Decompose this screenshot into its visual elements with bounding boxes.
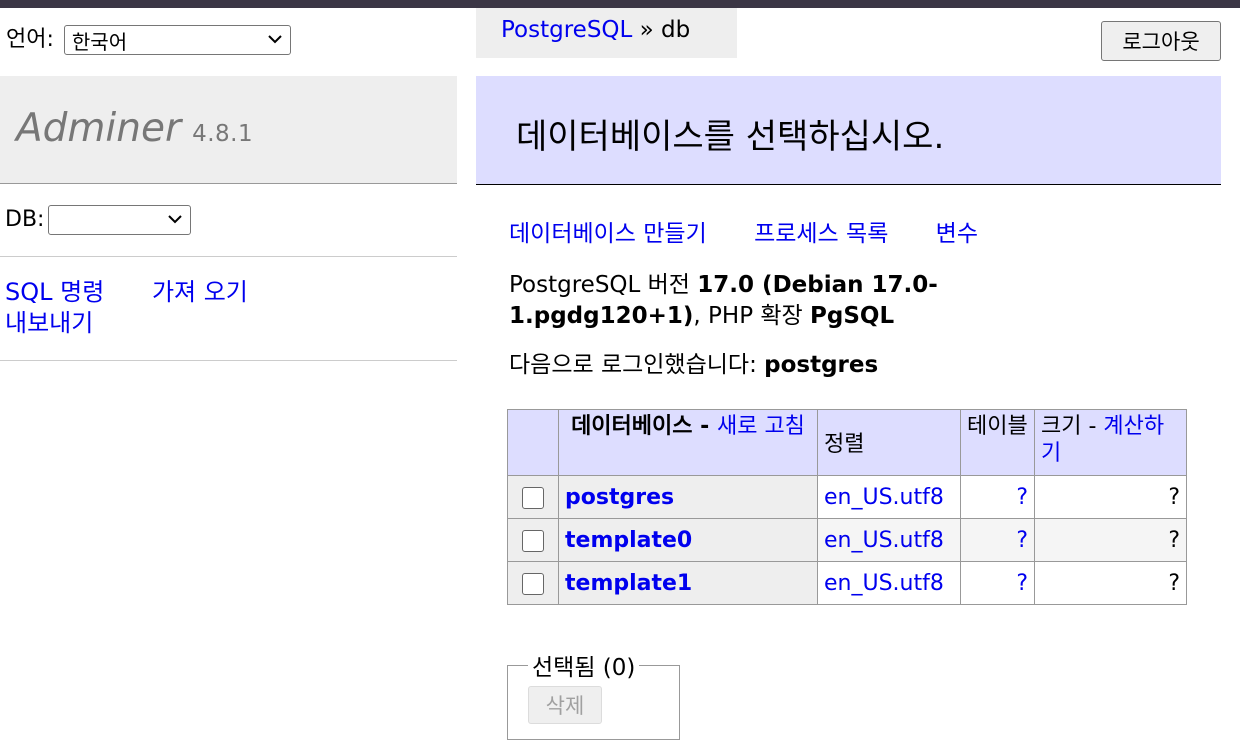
refresh-link[interactable]: 새로 고침 bbox=[717, 414, 805, 439]
collation-link[interactable]: en_US.utf8 bbox=[824, 528, 944, 553]
sidebar: 언어: 한국어 Adminer 4.8.1 DB: SQL 명령 가져 오기 내… bbox=[0, 8, 457, 361]
collation-cell: en_US.utf8 bbox=[817, 518, 961, 562]
logout-button[interactable]: 로그아웃 bbox=[1101, 21, 1221, 61]
tables-link[interactable]: ? bbox=[1016, 528, 1028, 553]
main-content: 데이터베이스 만들기 프로세스 목록 변수 PostgreSQL 버전 17.0… bbox=[509, 216, 1209, 380]
size-cell: ? bbox=[1034, 518, 1187, 562]
database-table: 데이터베이스 - 새로 고침 정렬 테이블 크기 - 계산하기 postgres… bbox=[507, 409, 1187, 605]
export-link[interactable]: 내보내기 bbox=[5, 309, 93, 337]
row-checkbox-cell bbox=[507, 518, 559, 562]
row-checkbox-cell bbox=[507, 475, 559, 519]
version-prefix: PostgreSQL 버전 bbox=[509, 272, 698, 298]
breadcrumb-separator: » bbox=[632, 17, 662, 43]
php-extension: PgSQL bbox=[810, 303, 895, 329]
import-link[interactable]: 가져 오기 bbox=[152, 278, 248, 306]
collation-column-header: 정렬 bbox=[817, 409, 961, 476]
language-row: 언어: 한국어 bbox=[0, 8, 457, 76]
row-checkbox-cell bbox=[507, 561, 559, 605]
action-links: 데이터베이스 만들기 프로세스 목록 변수 bbox=[509, 216, 1209, 252]
table-header-row: 데이터베이스 - 새로 고침 정렬 테이블 크기 - 계산하기 bbox=[507, 409, 1187, 476]
version-info: PostgreSQL 버전 17.0 (Debian 17.0-1.pgdg12… bbox=[509, 270, 1029, 332]
db-label: DB: bbox=[5, 207, 45, 232]
adminer-logo-link[interactable]: Adminer bbox=[16, 106, 181, 151]
language-label: 언어: bbox=[6, 27, 54, 52]
select-all-header bbox=[507, 409, 559, 476]
language-selected-value: 한국어 bbox=[71, 29, 128, 54]
process-list-link[interactable]: 프로세스 목록 bbox=[754, 221, 888, 247]
variables-link[interactable]: 변수 bbox=[936, 221, 978, 247]
size-column-header: 크기 - 계산하기 bbox=[1034, 409, 1187, 476]
collation-link[interactable]: en_US.utf8 bbox=[824, 571, 944, 596]
database-link[interactable]: template0 bbox=[565, 528, 692, 553]
breadcrumb-driver-link[interactable]: PostgreSQL bbox=[501, 17, 632, 43]
chevron-down-icon bbox=[268, 32, 282, 48]
tables-column-header: 테이블 bbox=[960, 409, 1035, 476]
tables-link[interactable]: ? bbox=[1016, 485, 1028, 510]
delete-button[interactable]: 삭제 bbox=[528, 686, 602, 724]
top-border bbox=[0, 0, 1240, 8]
database-link[interactable]: postgres bbox=[565, 485, 674, 510]
collation-cell: en_US.utf8 bbox=[817, 475, 961, 519]
tables-link[interactable]: ? bbox=[1016, 571, 1028, 596]
login-info: 다음으로 로그인했습니다: postgres bbox=[509, 350, 1209, 380]
size-header-label: 크기 bbox=[1041, 414, 1082, 439]
database-name-cell: postgres bbox=[558, 475, 818, 519]
collation-cell: en_US.utf8 bbox=[817, 561, 961, 605]
database-link[interactable]: template1 bbox=[565, 571, 692, 596]
adminer-version: 4.8.1 bbox=[192, 121, 254, 147]
row-checkbox[interactable] bbox=[522, 529, 544, 552]
db-row: DB: bbox=[0, 184, 457, 257]
chevron-down-icon bbox=[168, 212, 183, 228]
row-checkbox[interactable] bbox=[522, 486, 544, 509]
table-row: postgres en_US.utf8 ? ? bbox=[507, 475, 1187, 519]
create-database-link[interactable]: 데이터베이스 만들기 bbox=[509, 221, 707, 247]
selected-count-legend: 선택됨 (0) bbox=[532, 655, 636, 681]
table-row: template1 en_US.utf8 ? ? bbox=[507, 561, 1187, 605]
selected-actions-fieldset: 선택됨 (0) 삭제 bbox=[507, 648, 680, 740]
tables-cell: ? bbox=[960, 518, 1035, 562]
tables-cell: ? bbox=[960, 475, 1035, 519]
brand-header: Adminer 4.8.1 bbox=[0, 76, 457, 184]
header-dash: - bbox=[1081, 414, 1104, 439]
collation-link[interactable]: en_US.utf8 bbox=[824, 485, 944, 510]
size-cell: ? bbox=[1034, 475, 1187, 519]
login-prefix: 다음으로 로그인했습니다: bbox=[509, 352, 765, 378]
size-cell: ? bbox=[1034, 561, 1187, 605]
menu-links: SQL 명령 가져 오기 내보내기 bbox=[0, 257, 457, 361]
breadcrumb-current: db bbox=[661, 17, 691, 43]
database-header-label: 데이터베이스 bbox=[571, 414, 693, 439]
database-name-cell: template0 bbox=[558, 518, 818, 562]
table-row: template0 en_US.utf8 ? ? bbox=[507, 518, 1187, 562]
tables-cell: ? bbox=[960, 561, 1035, 605]
database-name-cell: template1 bbox=[558, 561, 818, 605]
login-user: postgres bbox=[764, 352, 879, 378]
breadcrumb: PostgreSQL » db bbox=[476, 8, 737, 58]
version-mid: , PHP 확장 bbox=[693, 303, 811, 329]
header-dash: - bbox=[692, 414, 717, 439]
sql-command-link[interactable]: SQL 명령 bbox=[5, 278, 104, 306]
db-select[interactable] bbox=[48, 205, 192, 235]
row-checkbox[interactable] bbox=[522, 572, 544, 595]
language-select[interactable]: 한국어 bbox=[63, 25, 291, 55]
database-column-header: 데이터베이스 - 새로 고침 bbox=[558, 409, 818, 476]
page-title: 데이터베이스를 선택하십시오. bbox=[476, 76, 1221, 185]
